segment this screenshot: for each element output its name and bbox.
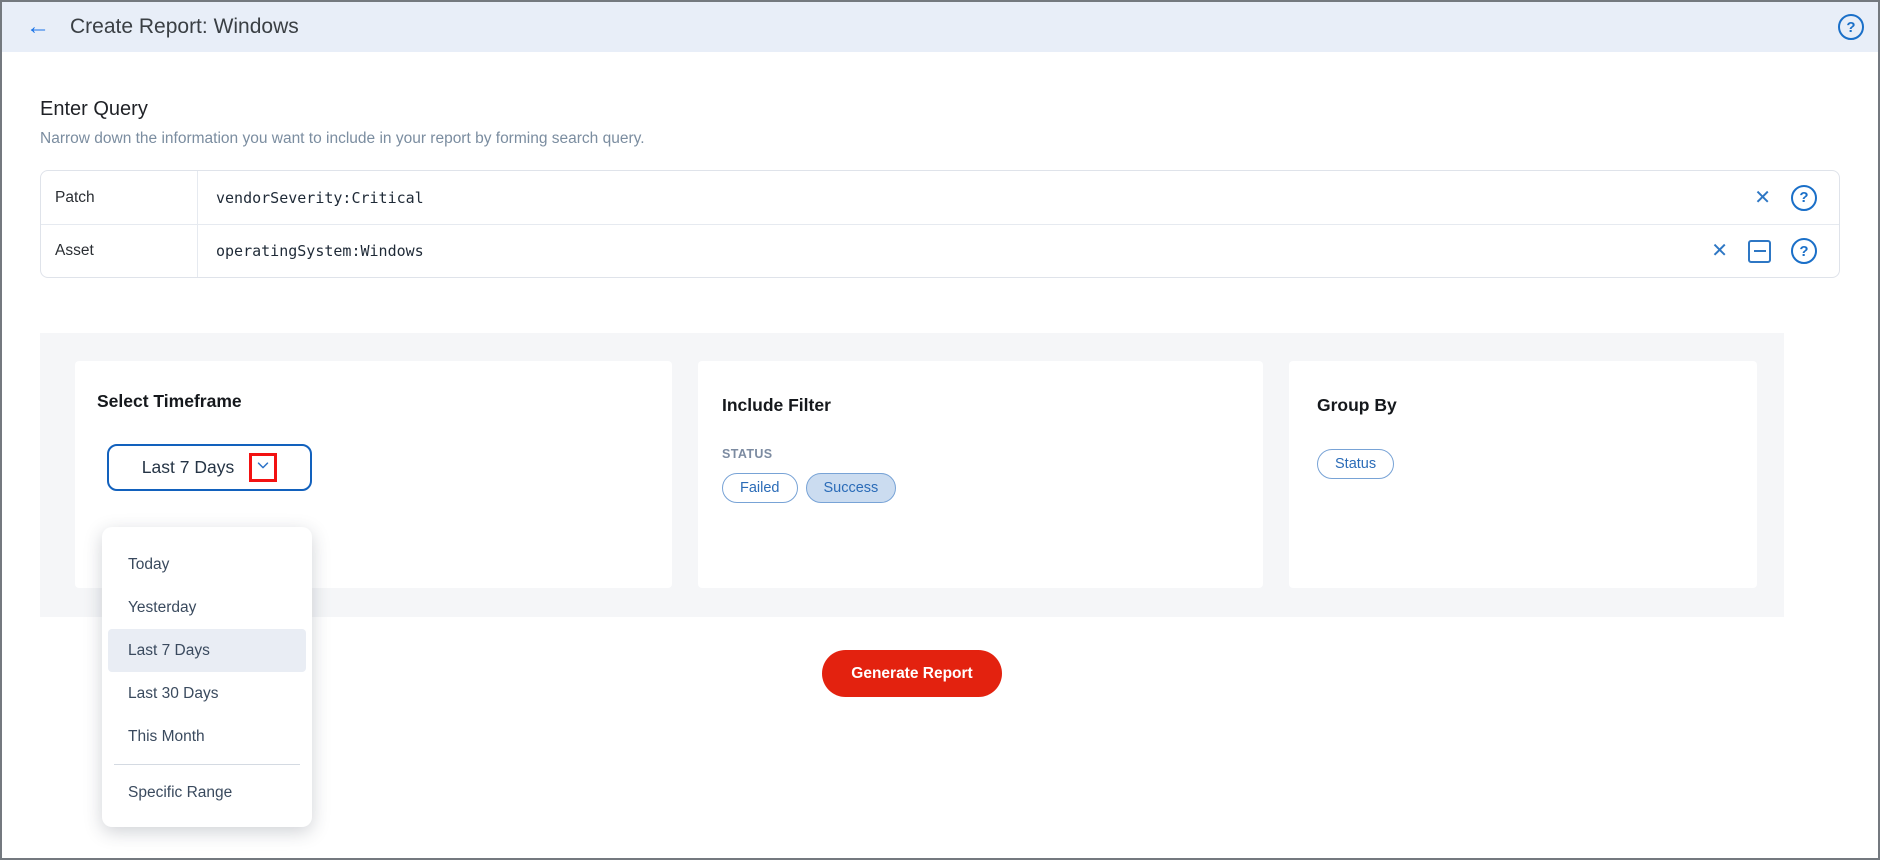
include-filter-title: Include Filter [722, 395, 831, 415]
clear-query-icon[interactable]: ✕ [1754, 188, 1771, 208]
back-arrow-icon[interactable]: ← [20, 15, 56, 39]
filter-chip-success[interactable]: Success [805, 473, 897, 503]
enter-query-title: Enter Query [40, 98, 148, 120]
timeframe-dropdown-menu: Today Yesterday Last 7 Days Last 30 Days… [102, 527, 312, 827]
query-row-label: Patch [41, 171, 198, 224]
group-by-chip-row: Status [1317, 449, 1757, 479]
clear-query-icon[interactable]: ✕ [1711, 241, 1728, 261]
page-help-icon[interactable]: ? [1838, 14, 1864, 40]
query-row-asset: Asset operatingSystem:Windows ✕ ? [41, 224, 1839, 277]
status-chip-row: Failed Success [722, 473, 1263, 503]
group-by-title: Group By [1317, 395, 1397, 415]
create-report-page: ← Create Report: Windows ? Enter Query N… [0, 0, 1880, 860]
menu-divider [114, 764, 300, 765]
timeframe-card-title: Select Timeframe [97, 391, 242, 411]
query-help-icon[interactable]: ? [1791, 238, 1817, 264]
menu-item-last-7-days[interactable]: Last 7 Days [108, 629, 306, 672]
query-row-patch: Patch vendorSeverity:Critical ✕ ? [41, 171, 1839, 224]
remove-row-icon[interactable] [1748, 239, 1771, 263]
menu-item-specific-range[interactable]: Specific Range [108, 771, 306, 814]
generate-report-button[interactable]: Generate Report [822, 650, 1002, 697]
asset-query-input[interactable]: operatingSystem:Windows [198, 225, 1711, 277]
menu-item-today[interactable]: Today [108, 543, 306, 586]
status-group-label: STATUS [722, 447, 773, 461]
query-builder-panel: Patch vendorSeverity:Critical ✕ ? Asset … [40, 170, 1840, 278]
group-by-chip-status[interactable]: Status [1317, 449, 1395, 479]
include-filter-card: Include Filter STATUS Failed Success [698, 361, 1263, 588]
menu-item-last-30-days[interactable]: Last 30 Days [108, 672, 306, 715]
timeframe-dropdown-toggle[interactable]: Last 7 Days [107, 444, 312, 491]
timeframe-selected-value: Last 7 Days [141, 457, 235, 477]
header-bar: ← Create Report: Windows ? [2, 2, 1878, 52]
menu-item-yesterday[interactable]: Yesterday [108, 586, 306, 629]
query-row-label: Asset [41, 225, 198, 277]
group-by-card: Group By Status [1289, 361, 1757, 588]
query-row-actions: ✕ ? [1711, 225, 1839, 277]
enter-query-subtitle: Narrow down the information you want to … [40, 130, 645, 147]
patch-query-input[interactable]: vendorSeverity:Critical [198, 171, 1754, 224]
query-row-actions: ✕ ? [1754, 171, 1839, 224]
page-title: Create Report: Windows [70, 15, 299, 38]
chevron-down-icon [254, 456, 272, 479]
query-help-icon[interactable]: ? [1791, 184, 1817, 211]
filter-chip-failed[interactable]: Failed [722, 473, 798, 503]
menu-item-this-month[interactable]: This Month [108, 715, 306, 758]
annotation-highlight-box [249, 453, 278, 482]
